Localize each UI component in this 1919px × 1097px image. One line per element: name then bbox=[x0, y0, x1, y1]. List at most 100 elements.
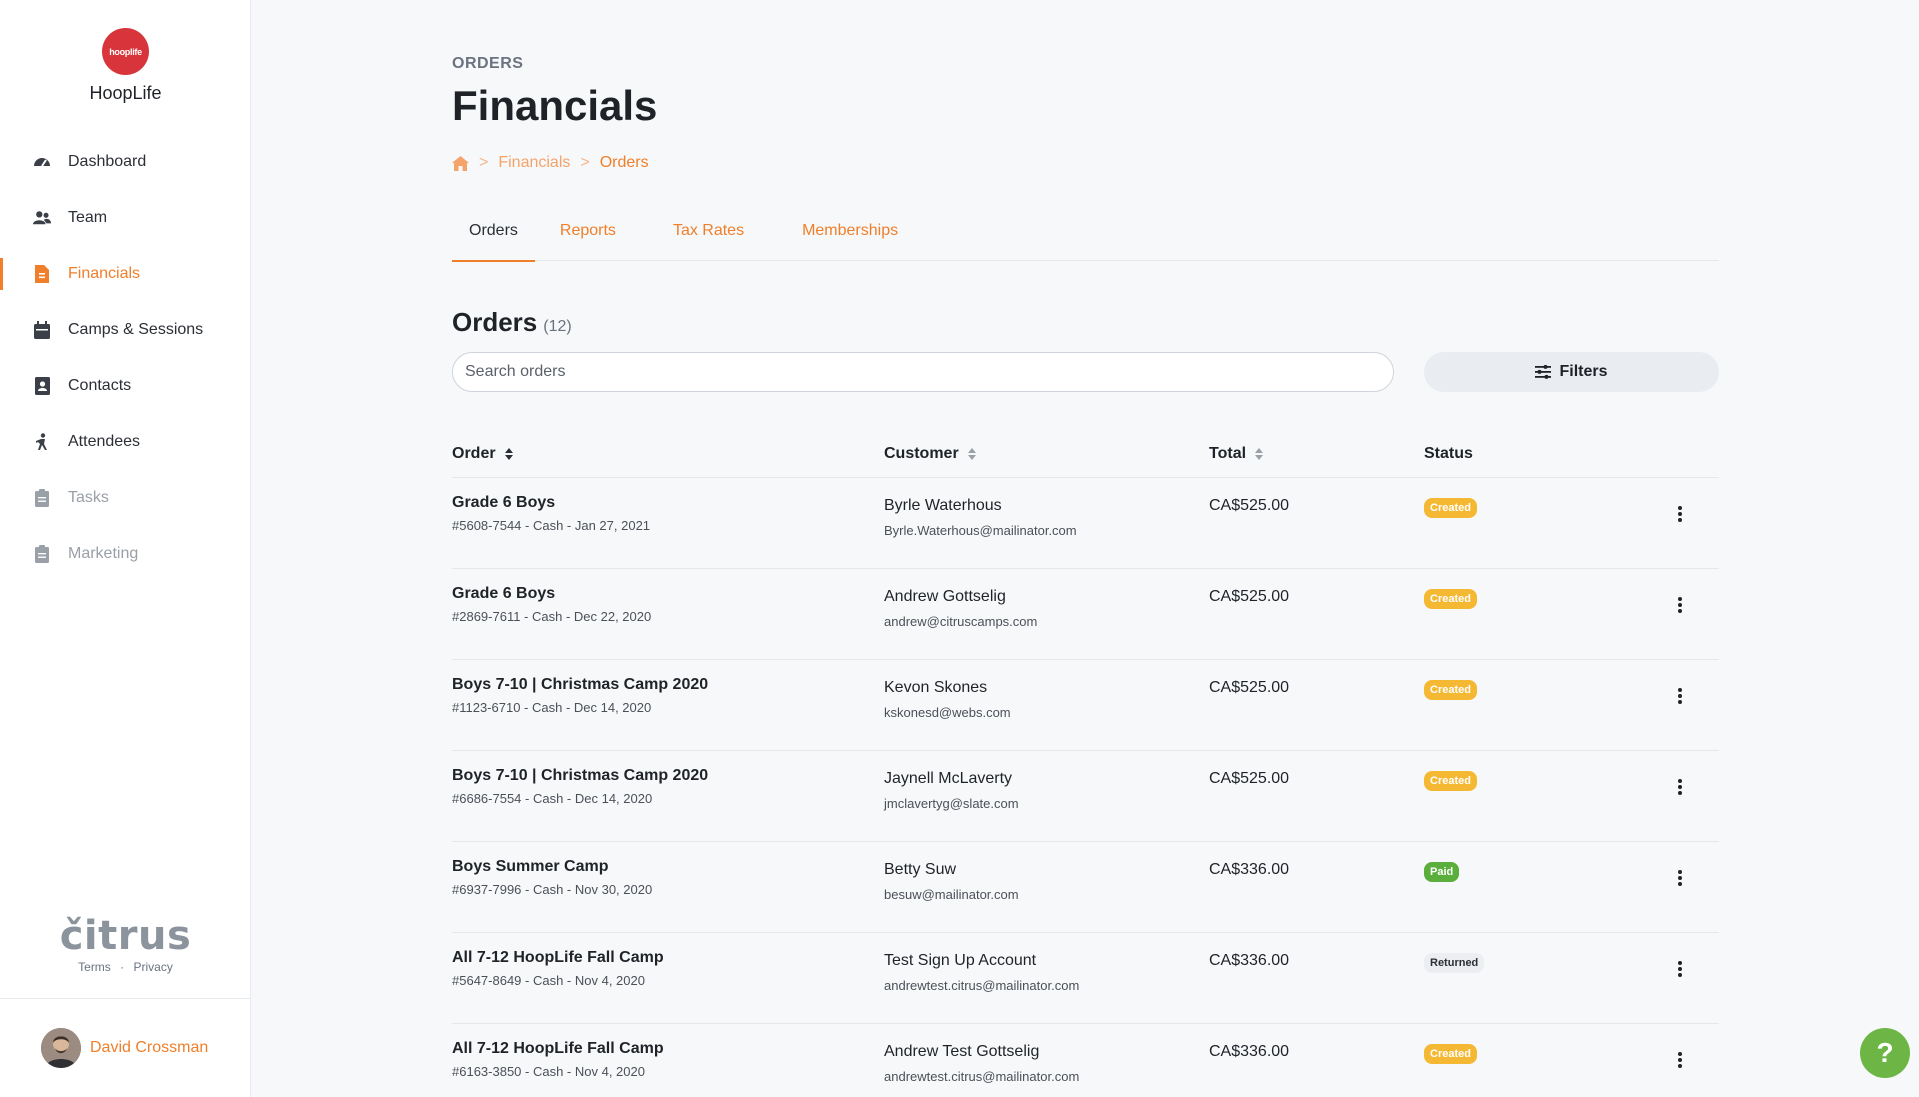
sidebar-item-dashboard[interactable]: Dashboard bbox=[0, 134, 251, 190]
financials-icon bbox=[33, 265, 51, 283]
clipboard-icon bbox=[33, 545, 51, 563]
filters-button[interactable]: Filters bbox=[1424, 352, 1719, 392]
dashboard-icon bbox=[33, 153, 51, 171]
order-meta: #6686-7554 - Cash - Dec 14, 2020 bbox=[452, 791, 653, 806]
more-options-button[interactable] bbox=[1670, 595, 1690, 615]
column-header-label: Order bbox=[452, 444, 496, 462]
order-total: CA$525.00 bbox=[1209, 679, 1290, 696]
more-options-button[interactable] bbox=[1670, 959, 1690, 979]
terms-link[interactable]: Terms bbox=[78, 960, 111, 974]
order-total: CA$525.00 bbox=[1209, 497, 1290, 514]
customer-name: Jaynell McLaverty bbox=[884, 770, 1013, 787]
customer-email: kskonesd@webs.com bbox=[884, 705, 1011, 720]
customer-email: Byrle.Waterhous@mailinator.com bbox=[884, 523, 1077, 538]
order-name[interactable]: Boys Summer Camp bbox=[452, 858, 652, 876]
sidebar-item-tasks[interactable]: Tasks bbox=[0, 470, 251, 526]
user-profile[interactable]: David Crossman bbox=[0, 998, 251, 1097]
home-icon[interactable] bbox=[452, 155, 469, 171]
table-row[interactable]: Grade 6 Boys #2869-7611 - Cash - Dec 22,… bbox=[452, 569, 1719, 660]
table-row[interactable]: All 7-12 HoopLife Fall Camp #5647-8649 -… bbox=[452, 933, 1719, 1024]
orders-table: Order Customer Total Status Grade 6 Boys… bbox=[452, 430, 1719, 1097]
sort-icon bbox=[1254, 447, 1264, 461]
tab-reports[interactable]: Reports bbox=[560, 200, 616, 261]
privacy-link[interactable]: Privacy bbox=[134, 960, 173, 974]
order-total: CA$336.00 bbox=[1209, 952, 1290, 969]
more-options-button[interactable] bbox=[1670, 777, 1690, 797]
help-button[interactable]: ? bbox=[1860, 1028, 1910, 1078]
order-total: CA$336.00 bbox=[1209, 861, 1290, 878]
customer-email: andrewtest.citrus@mailinator.com bbox=[884, 1069, 1080, 1084]
more-options-button[interactable] bbox=[1670, 686, 1690, 706]
order-name[interactable]: Grade 6 Boys bbox=[452, 585, 651, 603]
table-row[interactable]: Grade 6 Boys #5608-7544 - Cash - Jan 27,… bbox=[452, 478, 1719, 569]
tab-tax-rates[interactable]: Tax Rates bbox=[673, 200, 744, 261]
order-total: CA$336.00 bbox=[1209, 1043, 1290, 1060]
tab-memberships[interactable]: Memberships bbox=[802, 200, 898, 261]
column-header-customer[interactable]: Customer bbox=[884, 445, 977, 463]
citrus-logo: čitrus bbox=[59, 913, 192, 959]
table-row[interactable]: Boys 7-10 | Christmas Camp 2020 #6686-75… bbox=[452, 751, 1719, 842]
attendees-icon bbox=[33, 433, 51, 451]
sidebar-item-contacts[interactable]: Contacts bbox=[0, 358, 251, 414]
order-meta: #6937-7996 - Cash - Nov 30, 2020 bbox=[452, 882, 653, 897]
customer-email: jmclavertyg@slate.com bbox=[884, 796, 1019, 811]
more-options-button[interactable] bbox=[1670, 1050, 1690, 1070]
order-name[interactable]: Boys 7-10 | Christmas Camp 2020 bbox=[452, 676, 708, 694]
column-header-total[interactable]: Total bbox=[1209, 445, 1264, 463]
order-name[interactable]: All 7-12 HoopLife Fall Camp bbox=[452, 949, 664, 967]
tab-orders[interactable]: Orders bbox=[452, 200, 535, 262]
order-meta: #6163-3850 - Cash - Nov 4, 2020 bbox=[452, 1064, 645, 1079]
customer-name: Byrle Waterhous bbox=[884, 497, 1002, 514]
sidebar-item-marketing[interactable]: Marketing bbox=[0, 526, 251, 582]
more-options-button[interactable] bbox=[1670, 868, 1690, 888]
calendar-icon bbox=[33, 321, 51, 339]
kebab-menu-icon bbox=[1678, 688, 1682, 704]
column-header-label: Customer bbox=[884, 444, 959, 462]
sort-icon bbox=[504, 447, 514, 461]
sidebar-item-label: Camps & Sessions bbox=[68, 321, 204, 338]
brand-footer: čitrus Terms · Privacy bbox=[0, 916, 251, 974]
order-total: CA$525.00 bbox=[1209, 588, 1290, 605]
order-total: CA$525.00 bbox=[1209, 770, 1290, 787]
sidebar-item-financials[interactable]: Financials bbox=[0, 246, 251, 302]
order-name[interactable]: All 7-12 HoopLife Fall Camp bbox=[452, 1040, 664, 1058]
page-title: Financials bbox=[452, 82, 658, 129]
sidebar-nav: Dashboard Team Financials Camps & Sessio… bbox=[0, 134, 251, 582]
table-row[interactable]: Boys Summer Camp #6937-7996 - Cash - Nov… bbox=[452, 842, 1719, 933]
user-name[interactable]: David Crossman bbox=[90, 1039, 208, 1057]
sidebar-item-label: Team bbox=[68, 209, 108, 226]
customer-name: Andrew Gottselig bbox=[884, 588, 1006, 605]
table-row[interactable]: All 7-12 HoopLife Fall Camp #6163-3850 -… bbox=[452, 1024, 1719, 1097]
order-meta: #1123-6710 - Cash - Dec 14, 2020 bbox=[452, 700, 652, 715]
customer-email: andrewtest.citrus@mailinator.com bbox=[884, 978, 1080, 993]
customer-name: Kevon Skones bbox=[884, 679, 988, 696]
customer-email: andrew@citruscamps.com bbox=[884, 614, 1038, 629]
kebab-menu-icon bbox=[1678, 506, 1682, 522]
link-separator: · bbox=[120, 960, 125, 974]
orders-count: (12) bbox=[543, 318, 572, 335]
org-logo[interactable]: hooplife bbox=[102, 28, 149, 75]
sidebar-item-camps-sessions[interactable]: Camps & Sessions bbox=[0, 302, 251, 358]
kebab-menu-icon bbox=[1678, 597, 1682, 613]
orders-heading: Orders bbox=[452, 307, 538, 337]
sidebar-item-label: Tasks bbox=[68, 489, 109, 506]
status-badge: Created bbox=[1424, 680, 1477, 700]
sidebar-item-team[interactable]: Team bbox=[0, 190, 251, 246]
order-name[interactable]: Boys 7-10 | Christmas Camp 2020 bbox=[452, 767, 708, 785]
table-header: Order Customer Total Status bbox=[452, 430, 1719, 478]
breadcrumb-orders[interactable]: Orders bbox=[600, 154, 649, 172]
order-name[interactable]: Grade 6 Boys bbox=[452, 494, 650, 512]
column-header-order[interactable]: Order bbox=[452, 445, 514, 463]
kebab-menu-icon bbox=[1678, 870, 1682, 886]
table-row[interactable]: Boys 7-10 | Christmas Camp 2020 #1123-67… bbox=[452, 660, 1719, 751]
breadcrumb-financials[interactable]: Financials bbox=[498, 154, 570, 172]
sidebar-item-label: Financials bbox=[68, 265, 141, 282]
search-input[interactable] bbox=[452, 352, 1394, 392]
breadcrumb: > Financials > Orders bbox=[452, 154, 649, 172]
avatar[interactable] bbox=[41, 1028, 81, 1068]
column-header-status: Status bbox=[1424, 445, 1473, 463]
sliders-icon bbox=[1535, 365, 1552, 379]
sidebar-item-attendees[interactable]: Attendees bbox=[0, 414, 251, 470]
more-options-button[interactable] bbox=[1670, 504, 1690, 524]
sidebar-item-label: Attendees bbox=[68, 433, 141, 450]
